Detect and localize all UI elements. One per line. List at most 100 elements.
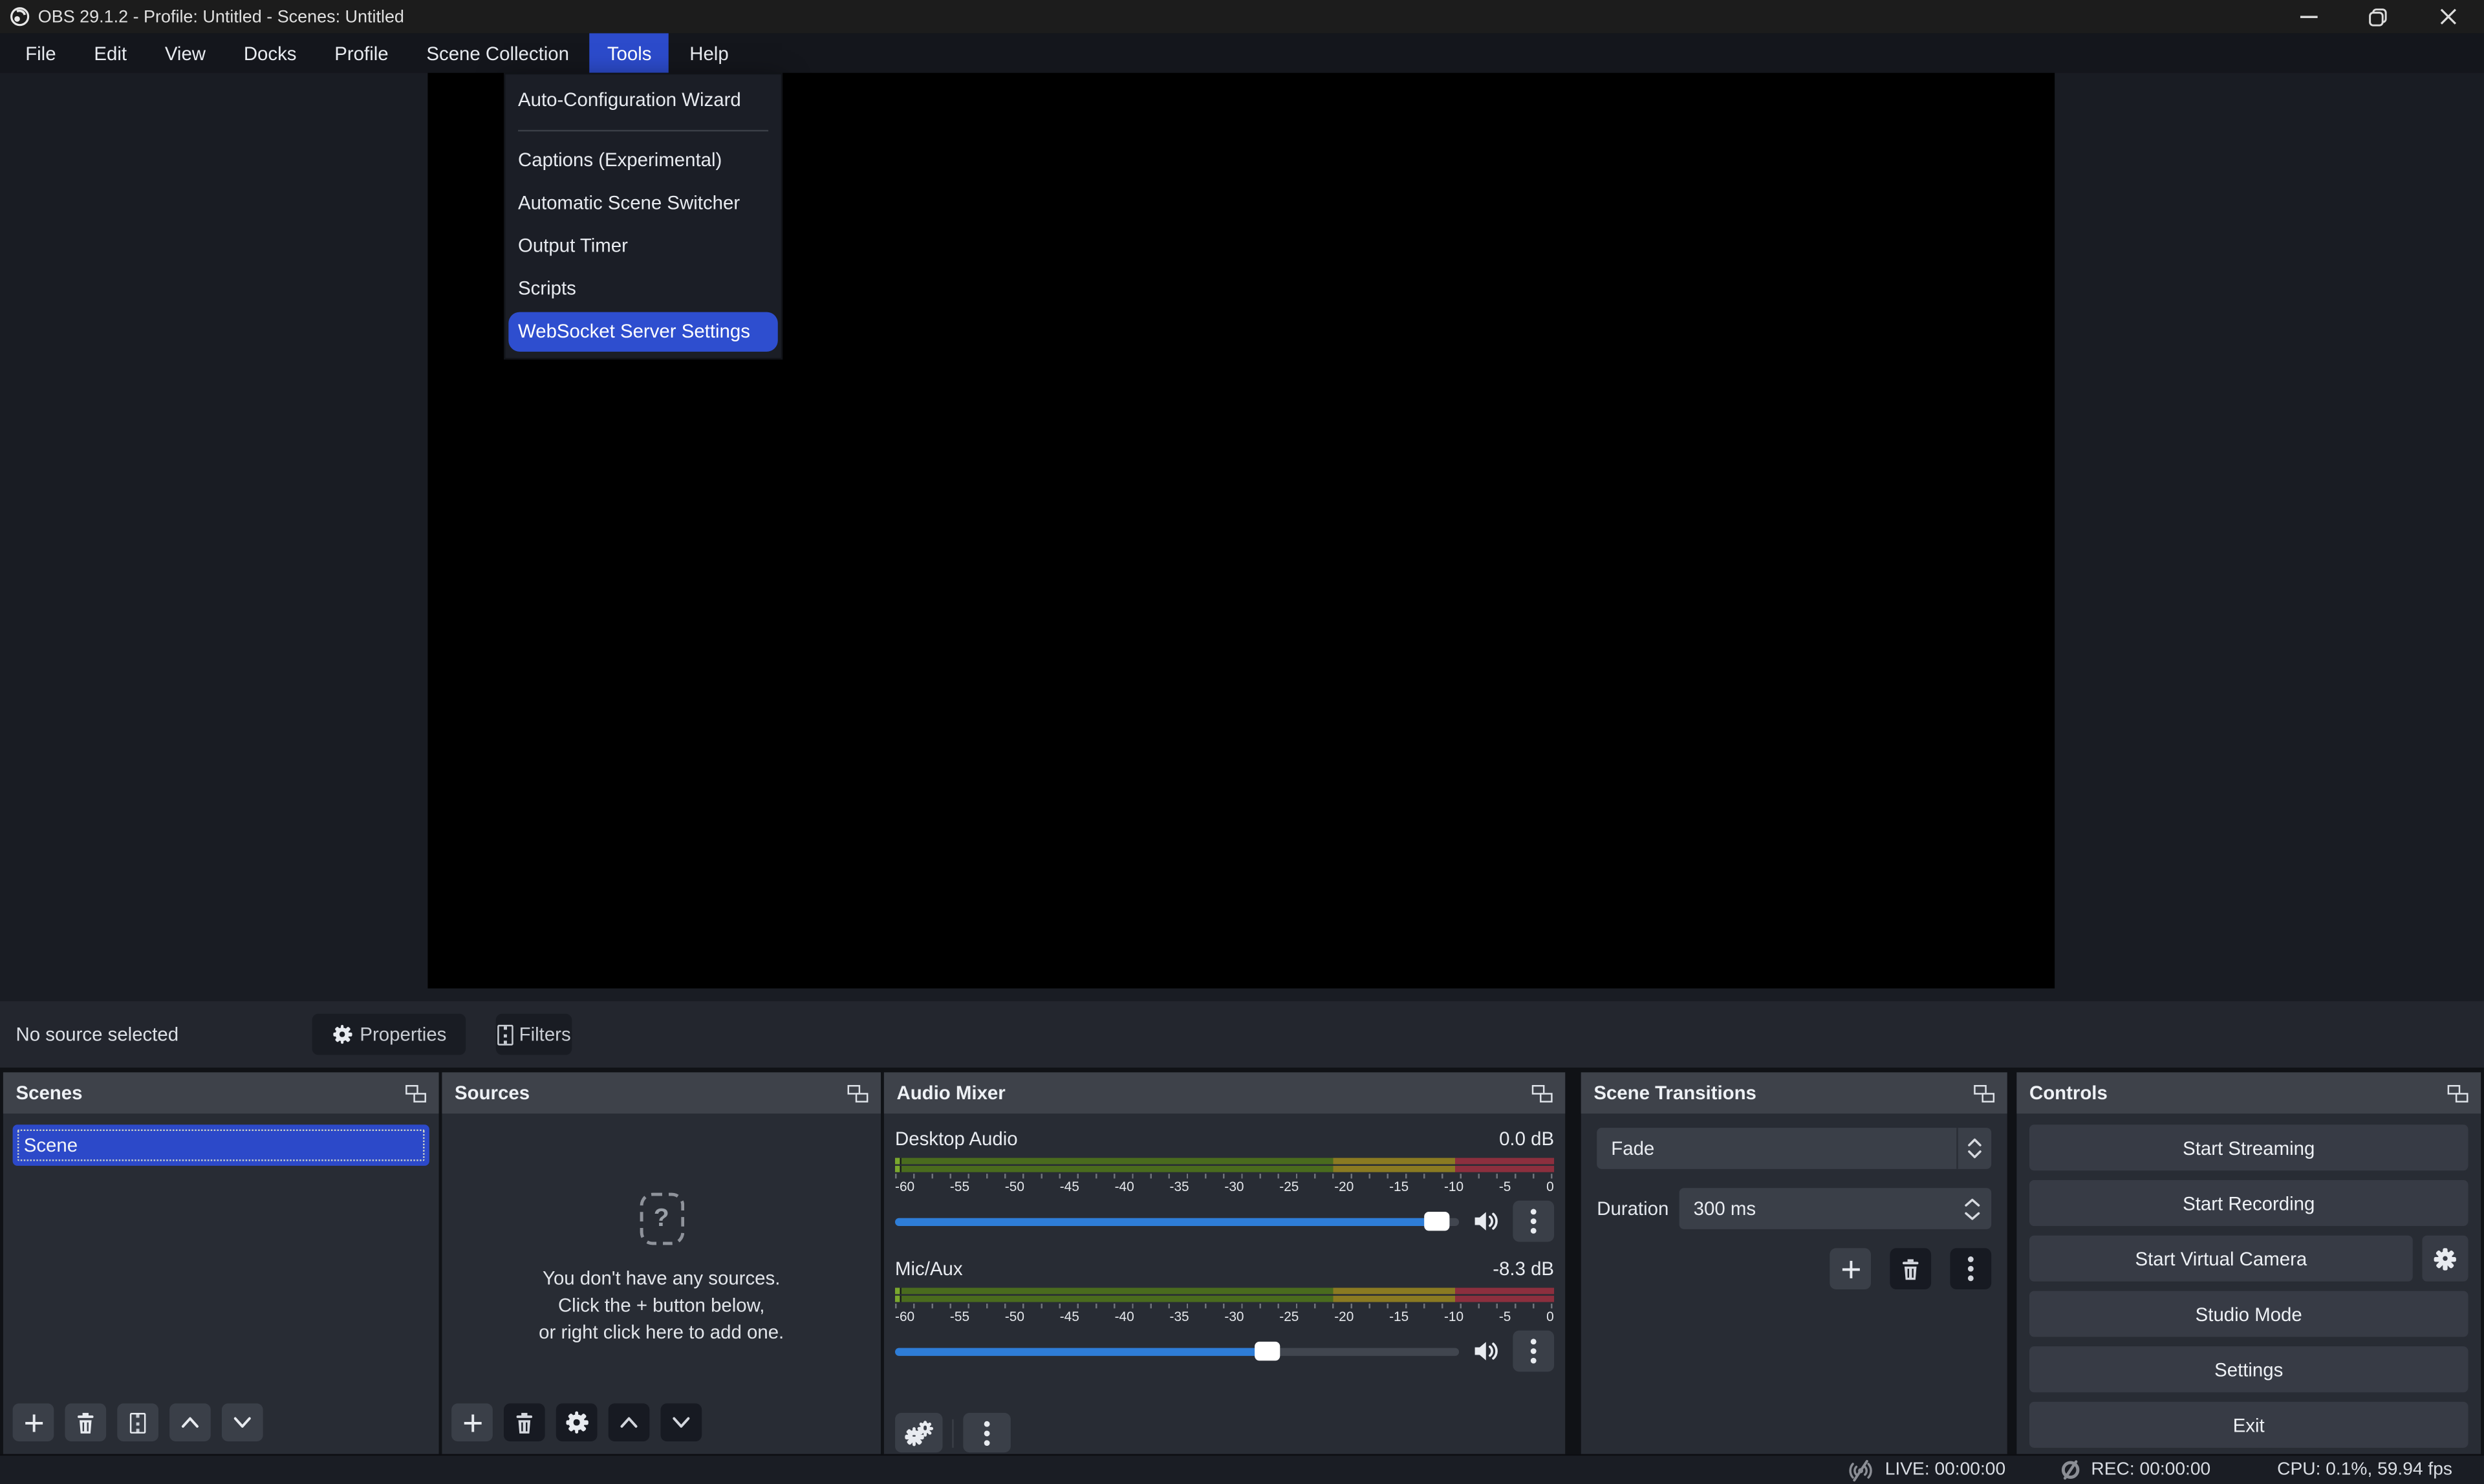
audio-mixer-dock-header[interactable]: Audio Mixer <box>884 1072 1565 1113</box>
popout-icon[interactable] <box>1974 1084 1994 1102</box>
rec-timer: REC: 00:00:00 <box>2091 1461 2210 1479</box>
menu-view[interactable]: View <box>147 33 223 72</box>
scene-name: Scene <box>13 1134 78 1156</box>
close-icon <box>2439 8 2456 25</box>
menu-item-automatic-scene-switcher[interactable]: Automatic Scene Switcher <box>505 182 781 225</box>
plus-icon <box>462 1412 482 1433</box>
mixer-options-button[interactable] <box>963 1413 1010 1452</box>
scene-transitions-dock: Scene Transitions Fade Duration 300 ms <box>1581 1072 2007 1454</box>
transition-options-button[interactable] <box>1950 1248 1991 1289</box>
context-message: No source selected <box>16 1001 178 1068</box>
advanced-audio-icon <box>905 1420 933 1445</box>
kebab-menu-icon <box>1967 1256 1974 1282</box>
start-virtual-camera-button[interactable]: Start Virtual Camera <box>2029 1236 2413 1282</box>
studio-mode-button[interactable]: Studio Mode <box>2029 1291 2468 1337</box>
scene-transitions-title: Scene Transitions <box>1593 1082 1756 1104</box>
add-transition-button[interactable] <box>1830 1248 1871 1289</box>
menu-item-auto-configuration-wizard[interactable]: Auto-Configuration Wizard <box>505 79 781 122</box>
move-source-up-button[interactable] <box>609 1403 650 1441</box>
volume-slider[interactable] <box>895 1212 1459 1231</box>
toolbar-separator <box>952 1419 953 1447</box>
hint-line-2: Click the + button below, <box>442 1293 881 1320</box>
obs-logo-icon <box>10 6 30 27</box>
channel-options-button[interactable] <box>1513 1201 1554 1242</box>
plus-icon <box>1840 1258 1861 1279</box>
restore-button[interactable] <box>2367 6 2389 28</box>
virtual-camera-settings-button[interactable] <box>2422 1236 2468 1282</box>
move-scene-down-button[interactable] <box>222 1403 263 1441</box>
channel-name: Desktop Audio <box>895 1127 1018 1149</box>
controls-dock-header[interactable]: Controls <box>2016 1072 2481 1113</box>
title-bar: OBS 29.1.2 - Profile: Untitled - Scenes:… <box>0 0 2484 33</box>
remove-transition-button[interactable] <box>1890 1248 1931 1289</box>
meter-tick-strip <box>895 1174 1554 1178</box>
filters-button[interactable]: Filters <box>496 1014 572 1055</box>
transition-select-spinner[interactable] <box>1956 1128 1991 1169</box>
window-title: OBS 29.1.2 - Profile: Untitled - Scenes:… <box>38 7 404 26</box>
menu-item-output-timer[interactable]: Output Timer <box>505 225 781 268</box>
menu-item-captions[interactable]: Captions (Experimental) <box>505 140 781 182</box>
start-recording-button[interactable]: Start Recording <box>2029 1180 2468 1226</box>
menu-scene-collection[interactable]: Scene Collection <box>409 33 587 72</box>
record-off-icon <box>2059 1459 2081 1481</box>
scenes-dock-title: Scenes <box>16 1082 82 1104</box>
duration-spinbox[interactable]: 300 ms <box>1679 1188 1992 1229</box>
channel-options-button[interactable] <box>1513 1331 1554 1372</box>
settings-button[interactable]: Settings <box>2029 1346 2468 1392</box>
volume-slider-handle[interactable] <box>1424 1212 1449 1231</box>
meter-tick-strip <box>895 1304 1554 1308</box>
sources-dock-header[interactable]: Sources <box>442 1072 881 1113</box>
menu-item-websocket-server-settings[interactable]: WebSocket Server Settings <box>508 312 777 352</box>
properties-button[interactable]: Properties <box>312 1014 466 1055</box>
restore-icon <box>2368 7 2387 26</box>
volume-slider[interactable] <box>895 1342 1459 1360</box>
popout-icon[interactable] <box>405 1084 426 1102</box>
mute-toggle[interactable] <box>1472 1340 1500 1362</box>
mute-toggle[interactable] <box>1472 1210 1500 1232</box>
add-source-button[interactable] <box>451 1403 493 1441</box>
preview-area <box>0 73 2484 1001</box>
chevron-up-icon <box>620 1416 638 1429</box>
menu-edit[interactable]: Edit <box>76 33 144 72</box>
scenes-dock: Scenes Scene <box>3 1072 439 1454</box>
scenes-dock-header[interactable]: Scenes <box>3 1072 439 1113</box>
scene-filters-button[interactable] <box>117 1403 158 1441</box>
menu-profile[interactable]: Profile <box>317 33 405 72</box>
kebab-menu-icon <box>984 1420 990 1445</box>
duration-spinner[interactable] <box>1956 1197 1991 1221</box>
close-button[interactable] <box>2437 6 2459 28</box>
advanced-audio-properties-button[interactable] <box>895 1413 942 1452</box>
menu-item-scripts[interactable]: Scripts <box>505 268 781 310</box>
filter-icon <box>497 1024 512 1045</box>
start-streaming-button[interactable]: Start Streaming <box>2029 1124 2468 1170</box>
chevron-up-icon <box>1965 1197 1980 1207</box>
chevron-down-icon <box>233 1416 252 1429</box>
scene-transitions-dock-header[interactable]: Scene Transitions <box>1581 1072 2007 1113</box>
menu-docks[interactable]: Docks <box>226 33 314 72</box>
popout-icon[interactable] <box>1532 1084 1553 1102</box>
gear-icon <box>566 1412 588 1434</box>
transition-select[interactable]: Fade <box>1597 1128 1991 1169</box>
menu-help[interactable]: Help <box>672 33 746 72</box>
add-scene-button[interactable] <box>13 1403 54 1441</box>
menu-file[interactable]: File <box>8 33 73 72</box>
chevron-down-icon <box>1967 1150 1982 1159</box>
minimize-button[interactable] <box>2297 6 2319 28</box>
volume-slider-handle[interactable] <box>1255 1342 1280 1360</box>
menu-tools[interactable]: Tools <box>590 33 669 72</box>
gear-icon <box>333 1025 352 1044</box>
remove-source-button[interactable] <box>504 1403 545 1441</box>
move-source-down-button[interactable] <box>660 1403 702 1441</box>
popout-icon[interactable] <box>848 1084 869 1102</box>
exit-button[interactable]: Exit <box>2029 1402 2468 1448</box>
source-properties-button[interactable] <box>556 1403 598 1441</box>
remove-scene-button[interactable] <box>65 1403 106 1441</box>
mixer-toolbar <box>895 1413 1011 1452</box>
scene-list-item[interactable]: Scene <box>13 1124 429 1166</box>
kebab-menu-icon <box>1530 1339 1537 1364</box>
plus-icon <box>23 1412 44 1433</box>
popout-icon[interactable] <box>2448 1084 2468 1102</box>
move-scene-up-button[interactable] <box>169 1403 211 1441</box>
slider-fill <box>895 1218 1436 1225</box>
speaker-icon <box>1473 1210 1500 1232</box>
